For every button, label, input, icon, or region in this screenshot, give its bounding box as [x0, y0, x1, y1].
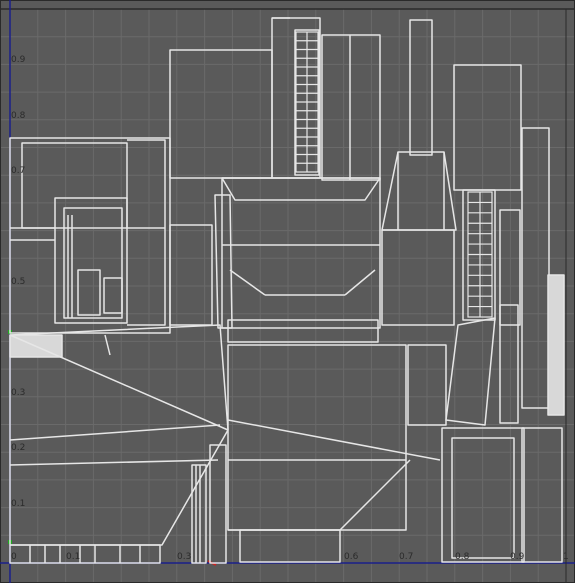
uv-editor-viewport[interactable]: 0.9 0.8 0.7 0.5 0.3 0.2 0.1 0 0.1 0.3 0.…	[0, 0, 575, 583]
uv-island[interactable]	[9, 137, 171, 334]
uv-island[interactable]	[127, 139, 166, 326]
uv-island[interactable]	[209, 444, 227, 564]
uv-wireframe[interactable]	[0, 0, 575, 583]
v-tick-label: 0.7	[11, 166, 26, 176]
uv-island[interactable]	[9, 544, 161, 564]
uv-island[interactable]	[409, 19, 433, 156]
u-tick-label: 0.1	[66, 552, 81, 562]
uv-island[interactable]	[77, 269, 101, 316]
v-tick-label: 0.2	[11, 443, 26, 453]
v-tick-label: 0.8	[11, 111, 26, 121]
v-tick-label: 0.1	[11, 499, 26, 509]
v-tick-label: 0.5	[11, 277, 26, 287]
u-tick-label: 0.9	[510, 552, 525, 562]
v-tick-label: 0.9	[11, 55, 26, 65]
uv-island[interactable]	[381, 151, 457, 231]
u-tick-label: 0	[11, 552, 17, 562]
uv-island[interactable]	[445, 317, 496, 426]
uv-island[interactable]	[521, 127, 550, 409]
uv-island[interactable]	[521, 427, 563, 563]
u-tick-label: 1	[563, 552, 569, 562]
u-tick-label: 0.8	[455, 552, 470, 562]
u-tick-label: 0.6	[344, 552, 359, 562]
uv-island[interactable]	[169, 49, 273, 179]
uv-island[interactable]	[499, 304, 519, 424]
u-tick-label: 0.7	[399, 552, 414, 562]
uv-island[interactable]	[453, 64, 522, 191]
u-tick-label: 0.3	[177, 552, 192, 562]
uv-island[interactable]	[547, 274, 565, 416]
uv-island[interactable]	[381, 229, 455, 326]
uv-island[interactable]	[103, 277, 123, 314]
v-tick-label: 0.3	[11, 388, 26, 398]
